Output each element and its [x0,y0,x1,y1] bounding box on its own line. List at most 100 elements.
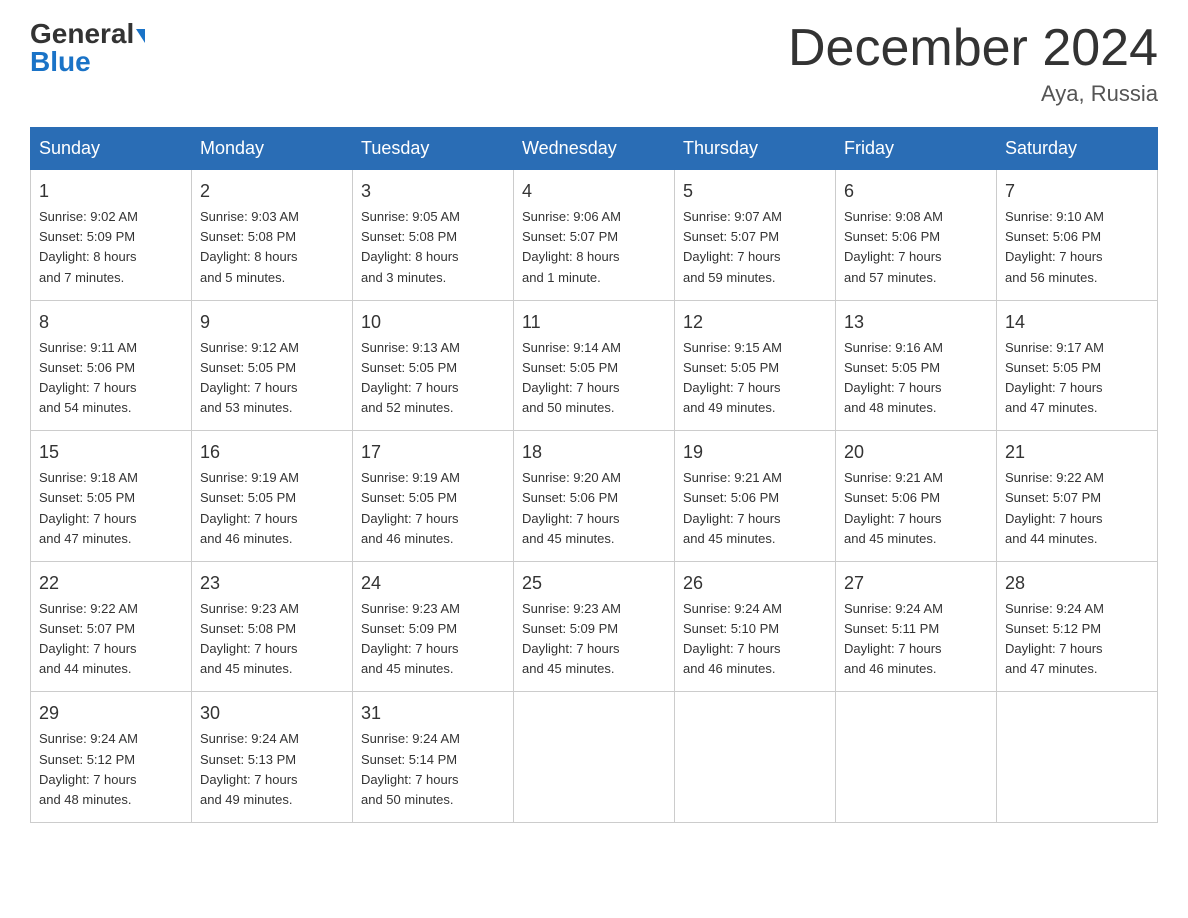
day-number: 26 [683,570,827,597]
day-info: Sunrise: 9:10 AMSunset: 5:06 PMDaylight:… [1005,207,1149,288]
day-number: 16 [200,439,344,466]
day-info: Sunrise: 9:05 AMSunset: 5:08 PMDaylight:… [361,207,505,288]
day-info: Sunrise: 9:21 AMSunset: 5:06 PMDaylight:… [844,468,988,549]
table-row: 8 Sunrise: 9:11 AMSunset: 5:06 PMDayligh… [31,300,192,431]
weekday-header-row: Sunday Monday Tuesday Wednesday Thursday… [31,128,1158,170]
calendar-week-row: 8 Sunrise: 9:11 AMSunset: 5:06 PMDayligh… [31,300,1158,431]
day-number: 9 [200,309,344,336]
month-year-title: December 2024 [788,20,1158,77]
day-info: Sunrise: 9:23 AMSunset: 5:09 PMDaylight:… [522,599,666,680]
day-info: Sunrise: 9:24 AMSunset: 5:12 PMDaylight:… [1005,599,1149,680]
table-row: 22 Sunrise: 9:22 AMSunset: 5:07 PMDaylig… [31,561,192,692]
header-thursday: Thursday [675,128,836,170]
table-row [997,692,1158,823]
table-row: 7 Sunrise: 9:10 AMSunset: 5:06 PMDayligh… [997,170,1158,301]
day-number: 4 [522,178,666,205]
table-row: 30 Sunrise: 9:24 AMSunset: 5:13 PMDaylig… [192,692,353,823]
table-row: 17 Sunrise: 9:19 AMSunset: 5:05 PMDaylig… [353,431,514,562]
day-number: 10 [361,309,505,336]
header-sunday: Sunday [31,128,192,170]
day-info: Sunrise: 9:16 AMSunset: 5:05 PMDaylight:… [844,338,988,419]
table-row: 10 Sunrise: 9:13 AMSunset: 5:05 PMDaylig… [353,300,514,431]
logo-triangle-icon [136,29,145,43]
header-tuesday: Tuesday [353,128,514,170]
table-row: 27 Sunrise: 9:24 AMSunset: 5:11 PMDaylig… [836,561,997,692]
day-number: 20 [844,439,988,466]
table-row: 14 Sunrise: 9:17 AMSunset: 5:05 PMDaylig… [997,300,1158,431]
day-info: Sunrise: 9:18 AMSunset: 5:05 PMDaylight:… [39,468,183,549]
table-row: 23 Sunrise: 9:23 AMSunset: 5:08 PMDaylig… [192,561,353,692]
table-row: 9 Sunrise: 9:12 AMSunset: 5:05 PMDayligh… [192,300,353,431]
header-saturday: Saturday [997,128,1158,170]
day-number: 15 [39,439,183,466]
day-info: Sunrise: 9:21 AMSunset: 5:06 PMDaylight:… [683,468,827,549]
table-row [514,692,675,823]
day-number: 24 [361,570,505,597]
day-info: Sunrise: 9:24 AMSunset: 5:12 PMDaylight:… [39,729,183,810]
day-info: Sunrise: 9:23 AMSunset: 5:08 PMDaylight:… [200,599,344,680]
day-info: Sunrise: 9:20 AMSunset: 5:06 PMDaylight:… [522,468,666,549]
day-number: 18 [522,439,666,466]
header-wednesday: Wednesday [514,128,675,170]
table-row: 1 Sunrise: 9:02 AMSunset: 5:09 PMDayligh… [31,170,192,301]
day-info: Sunrise: 9:03 AMSunset: 5:08 PMDaylight:… [200,207,344,288]
day-info: Sunrise: 9:08 AMSunset: 5:06 PMDaylight:… [844,207,988,288]
day-info: Sunrise: 9:02 AMSunset: 5:09 PMDaylight:… [39,207,183,288]
day-number: 23 [200,570,344,597]
day-info: Sunrise: 9:06 AMSunset: 5:07 PMDaylight:… [522,207,666,288]
day-number: 30 [200,700,344,727]
table-row [675,692,836,823]
day-number: 28 [1005,570,1149,597]
day-info: Sunrise: 9:13 AMSunset: 5:05 PMDaylight:… [361,338,505,419]
day-info: Sunrise: 9:22 AMSunset: 5:07 PMDaylight:… [39,599,183,680]
day-number: 29 [39,700,183,727]
day-number: 25 [522,570,666,597]
calendar-week-row: 29 Sunrise: 9:24 AMSunset: 5:12 PMDaylig… [31,692,1158,823]
table-row: 26 Sunrise: 9:24 AMSunset: 5:10 PMDaylig… [675,561,836,692]
table-row: 11 Sunrise: 9:14 AMSunset: 5:05 PMDaylig… [514,300,675,431]
header-friday: Friday [836,128,997,170]
day-number: 8 [39,309,183,336]
day-number: 7 [1005,178,1149,205]
table-row: 5 Sunrise: 9:07 AMSunset: 5:07 PMDayligh… [675,170,836,301]
day-number: 21 [1005,439,1149,466]
day-number: 11 [522,309,666,336]
day-number: 12 [683,309,827,336]
day-number: 2 [200,178,344,205]
title-section: December 2024 Aya, Russia [788,20,1158,107]
day-info: Sunrise: 9:12 AMSunset: 5:05 PMDaylight:… [200,338,344,419]
header-monday: Monday [192,128,353,170]
table-row: 29 Sunrise: 9:24 AMSunset: 5:12 PMDaylig… [31,692,192,823]
day-info: Sunrise: 9:22 AMSunset: 5:07 PMDaylight:… [1005,468,1149,549]
table-row: 28 Sunrise: 9:24 AMSunset: 5:12 PMDaylig… [997,561,1158,692]
day-number: 5 [683,178,827,205]
table-row: 4 Sunrise: 9:06 AMSunset: 5:07 PMDayligh… [514,170,675,301]
table-row: 13 Sunrise: 9:16 AMSunset: 5:05 PMDaylig… [836,300,997,431]
calendar-table: Sunday Monday Tuesday Wednesday Thursday… [30,127,1158,823]
table-row: 2 Sunrise: 9:03 AMSunset: 5:08 PMDayligh… [192,170,353,301]
day-number: 1 [39,178,183,205]
day-info: Sunrise: 9:24 AMSunset: 5:11 PMDaylight:… [844,599,988,680]
calendar-week-row: 22 Sunrise: 9:22 AMSunset: 5:07 PMDaylig… [31,561,1158,692]
day-info: Sunrise: 9:17 AMSunset: 5:05 PMDaylight:… [1005,338,1149,419]
logo-text-line1: General [30,20,145,48]
day-info: Sunrise: 9:14 AMSunset: 5:05 PMDaylight:… [522,338,666,419]
day-info: Sunrise: 9:24 AMSunset: 5:14 PMDaylight:… [361,729,505,810]
day-info: Sunrise: 9:24 AMSunset: 5:10 PMDaylight:… [683,599,827,680]
day-info: Sunrise: 9:24 AMSunset: 5:13 PMDaylight:… [200,729,344,810]
day-number: 22 [39,570,183,597]
calendar-week-row: 1 Sunrise: 9:02 AMSunset: 5:09 PMDayligh… [31,170,1158,301]
table-row: 31 Sunrise: 9:24 AMSunset: 5:14 PMDaylig… [353,692,514,823]
logo-text-line2: Blue [30,46,91,78]
day-number: 14 [1005,309,1149,336]
day-number: 27 [844,570,988,597]
table-row: 20 Sunrise: 9:21 AMSunset: 5:06 PMDaylig… [836,431,997,562]
location-label: Aya, Russia [788,81,1158,107]
table-row: 16 Sunrise: 9:19 AMSunset: 5:05 PMDaylig… [192,431,353,562]
day-number: 19 [683,439,827,466]
table-row: 24 Sunrise: 9:23 AMSunset: 5:09 PMDaylig… [353,561,514,692]
table-row: 18 Sunrise: 9:20 AMSunset: 5:06 PMDaylig… [514,431,675,562]
table-row: 15 Sunrise: 9:18 AMSunset: 5:05 PMDaylig… [31,431,192,562]
table-row: 3 Sunrise: 9:05 AMSunset: 5:08 PMDayligh… [353,170,514,301]
day-info: Sunrise: 9:15 AMSunset: 5:05 PMDaylight:… [683,338,827,419]
